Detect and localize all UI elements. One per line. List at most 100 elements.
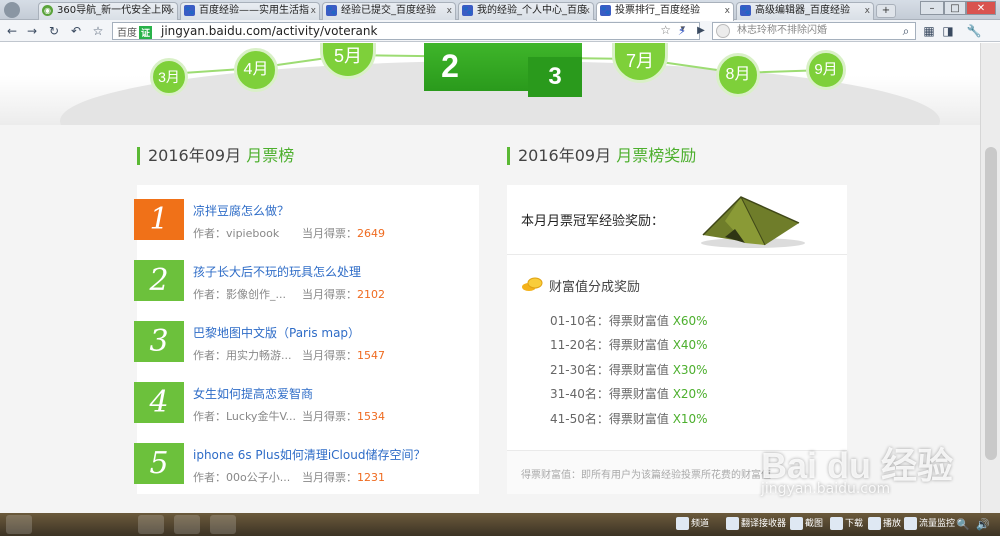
wealth-share-row: 11-20名：得票财富值 X40% <box>550 338 708 352</box>
url-text[interactable]: jingyan.baidu.com/activity/voterank <box>161 24 377 38</box>
close-window-button[interactable]: ✕ <box>966 1 996 15</box>
search-icon[interactable]: ⌕ <box>898 23 914 39</box>
wealth-share-row: 01-10名：得票财富值 X60% <box>550 314 708 328</box>
back-icon[interactable]: ← <box>4 23 20 39</box>
podium-third: 3 <box>528 57 582 97</box>
taskbar-app[interactable] <box>138 515 164 534</box>
month-node-aug[interactable]: 8月 <box>716 53 760 97</box>
ranking-list: 1 凉拌豆腐怎么做？ 作者：vipiebook 当月得票：2649 2 孩子长大… <box>134 185 479 494</box>
author: 作者：用实力畅游... <box>193 349 292 362</box>
author: 作者：00o公子小... <box>193 471 291 484</box>
taskbar-app[interactable] <box>210 515 236 534</box>
taskbar-app[interactable] <box>174 515 200 534</box>
tab-submitted[interactable]: 🐾 经验已提交_百度经验 x <box>322 2 456 20</box>
rank-badge: 4 <box>134 382 184 423</box>
scroll-thumb[interactable] <box>985 147 997 460</box>
vote-count: 当月得票：1547 <box>302 349 385 362</box>
list-item: 4 女生如何提高恋爱智商 作者：Lucky金牛V... 当月得票：1534 <box>134 372 479 433</box>
favorite-star-icon[interactable]: ☆ <box>90 23 106 39</box>
refresh-icon[interactable]: ↻ <box>46 23 62 39</box>
paw-icon: 🐾 <box>740 5 751 16</box>
verified-badge: 证 <box>139 26 153 39</box>
360-icon: ◉ <box>42 5 53 16</box>
taskbar-play[interactable]: 播放 <box>868 516 901 533</box>
wealth-share-row: 21-30名：得票财富值 X30% <box>550 363 708 377</box>
watermark-url: jingyan.baidu.com <box>761 481 891 497</box>
baidu-jingyan-watermark: Bai du 经验 jingyan.baidu.com <box>753 429 973 509</box>
wealth-share-row: 41-50名：得票财富值 X10% <box>550 412 708 426</box>
list-item: 3 巴黎地图中文版（Paris map） 作者：用实力畅游... 当月得票：15… <box>134 311 479 372</box>
champion-reward-label: 本月月票冠军经验奖励： <box>521 214 665 229</box>
taskbar-channel[interactable]: 频道 <box>676 516 709 533</box>
wealth-share-row: 31-40名：得票财富值 X20% <box>550 387 708 401</box>
tab-360-nav[interactable]: ◉ 360导航_新一代安全上网 x <box>38 2 178 20</box>
rank-badge: 3 <box>134 321 184 362</box>
extensions-icon[interactable]: ◨ <box>940 23 956 39</box>
forward-icon[interactable]: → <box>24 23 40 39</box>
tab-editor[interactable]: 🐾 高级编辑器_百度经验 x <box>736 2 874 20</box>
taskbar-download[interactable]: 下载 <box>830 516 863 533</box>
vote-count: 当月得票：1231 <box>302 471 385 484</box>
article-link[interactable]: 巴黎地图中文版（Paris map） <box>193 324 360 341</box>
undo-icon[interactable]: ↶ <box>68 23 84 39</box>
reward-note-text: 得票财富值：即所有用户为该篇经验投票所花费的财富值 <box>521 470 771 481</box>
tab-close-icon[interactable]: x <box>585 3 590 19</box>
search-input[interactable]: 林志玲称不排除闪婚 <box>712 22 916 40</box>
month-node-sep[interactable]: 9月 <box>806 50 846 90</box>
speed-mode-icon[interactable]: ⚡ <box>674 23 690 39</box>
taskbar-translate[interactable]: 翻译接收器 <box>726 516 786 533</box>
paw-icon: 🐾 <box>326 5 337 16</box>
list-item: 5 iphone 6s Plus如何清理iCloud储存空间？ 作者：00o公子… <box>134 433 479 494</box>
tab-close-icon[interactable]: x <box>447 3 452 19</box>
author: 作者：vipiebook <box>193 227 280 240</box>
wrench-menu-icon[interactable]: 🔧 <box>966 23 982 39</box>
tab-my-jingyan[interactable]: 🐾 我的经验_个人中心_百度 x <box>458 2 594 20</box>
author: 作者：Lucky金牛V... <box>193 410 297 423</box>
rank-badge: 1 <box>134 199 184 240</box>
tab-strip: ◉ 360导航_新一代安全上网 x 🐾 百度经验——实用生活指 x 🐾 经验已提… <box>0 0 1000 21</box>
article-link[interactable]: 孩子长大后不玩的玩具怎么处理 <box>193 263 361 280</box>
tab-baidu-jingyan[interactable]: 🐾 百度经验——实用生活指 x <box>180 2 320 20</box>
coins-icon <box>522 277 543 291</box>
article-link[interactable]: iphone 6s Plus如何清理iCloud储存空间？ <box>193 446 425 463</box>
vote-count: 当月得票：1534 <box>302 410 385 423</box>
site-badge: 百度证 <box>117 26 153 39</box>
tab-close-icon[interactable]: x <box>169 3 174 19</box>
user-avatar-icon[interactable] <box>4 2 20 18</box>
article-link[interactable]: 凉拌豆腐怎么做？ <box>193 202 289 219</box>
tab-label: 我的经验_个人中心_百度 <box>477 5 587 16</box>
address-bar[interactable]: 百度证 jingyan.baidu.com/activity/voterank … <box>112 22 700 40</box>
list-item: 1 凉拌豆腐怎么做？ 作者：vipiebook 当月得票：2649 <box>134 189 479 250</box>
taskbar-app[interactable] <box>6 515 32 534</box>
maximize-button[interactable]: □ <box>944 1 966 15</box>
rank-badge: 5 <box>134 443 184 484</box>
apps-grid-icon[interactable]: ▦ <box>921 23 937 39</box>
tab-label: 360导航_新一代安全上网 <box>57 5 172 16</box>
article-link[interactable]: 女生如何提高恋爱智商 <box>193 385 313 402</box>
podium-second: 2 <box>424 43 476 91</box>
search-engine-icon[interactable] <box>716 24 730 38</box>
page-viewport: 3月 4月 5月 7月 8月 9月 2 3 2016年09月 月票榜 2016年… <box>0 43 1000 513</box>
bookmark-star-icon[interactable]: ☆ <box>660 23 671 37</box>
tab-label: 投票排行_百度经验 <box>615 5 700 16</box>
rank-badge: 2 <box>134 260 184 301</box>
tent-prize-icon <box>701 196 805 248</box>
paw-icon: 🐾 <box>600 5 611 16</box>
go-icon[interactable]: ▶ <box>693 23 709 39</box>
taskbar-volume-icon[interactable]: 🔊 <box>976 516 990 533</box>
tab-close-icon[interactable]: x <box>311 3 316 19</box>
taskbar-zoom-icon[interactable]: 🔍 <box>956 516 970 533</box>
tab-close-icon[interactable]: x <box>865 3 870 19</box>
tab-close-icon[interactable]: x <box>725 3 730 19</box>
month-node-mar[interactable]: 3月 <box>150 58 188 96</box>
tab-label: 经验已提交_百度经验 <box>341 5 436 16</box>
minimize-button[interactable]: – <box>920 1 944 15</box>
new-tab-button[interactable]: + <box>876 4 896 18</box>
taskbar-traffic[interactable]: 流量监控 <box>904 516 955 533</box>
tab-vote-rank[interactable]: 🐾 投票排行_百度经验 x <box>596 2 734 21</box>
page-scrollbar[interactable] <box>980 43 1000 513</box>
taskbar-screenshot[interactable]: 截图 <box>790 516 823 533</box>
month-node-apr[interactable]: 4月 <box>234 48 278 92</box>
month-timeline: 3月 4月 5月 7月 8月 9月 2 3 <box>0 43 980 181</box>
tab-label: 高级编辑器_百度经验 <box>755 5 850 16</box>
